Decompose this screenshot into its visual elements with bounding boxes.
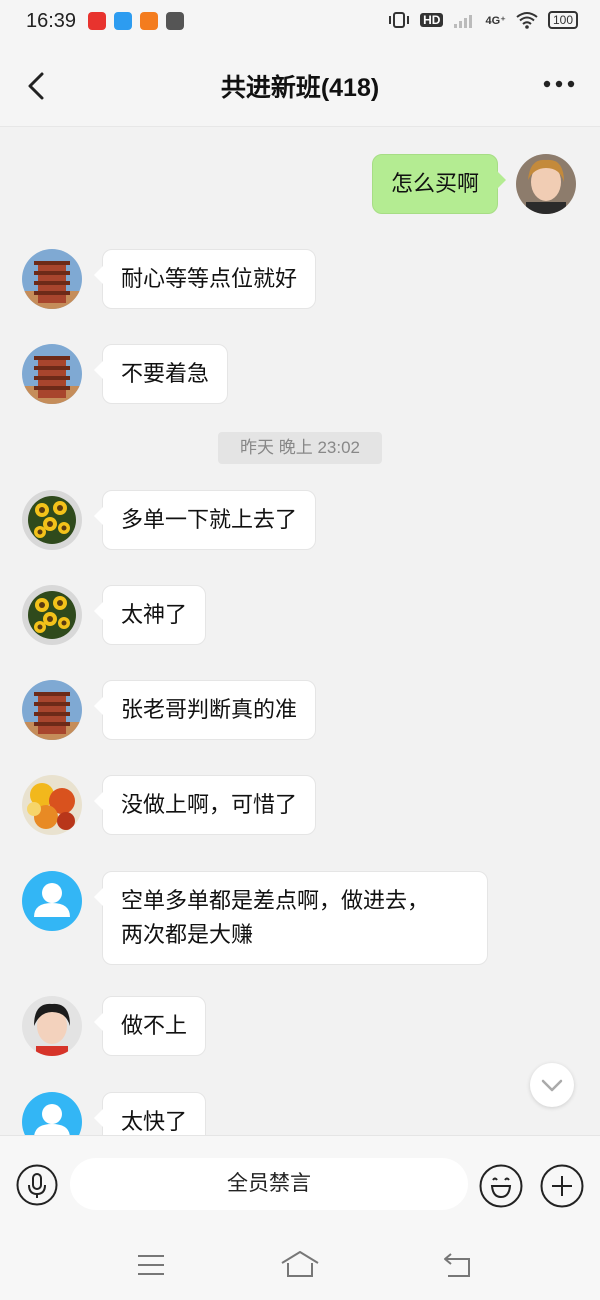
app-notification-orange-icon bbox=[140, 12, 158, 30]
message-text: 做不上 bbox=[121, 1013, 188, 1038]
menu-icon[interactable] bbox=[136, 1253, 166, 1277]
message-list[interactable]: 怎么买啊 耐心等等点位就好 不要着急 昨天 晚上 23:02 多单一下就上去了 … bbox=[0, 127, 600, 1135]
scroll-down-icon[interactable] bbox=[530, 1063, 574, 1107]
avatar-pagoda[interactable] bbox=[22, 344, 82, 404]
avatar-pagoda[interactable] bbox=[22, 680, 82, 740]
message-text: 耐心等等点位就好 bbox=[121, 266, 298, 291]
network-type: 4G⁺ bbox=[485, 14, 506, 27]
app-notification-blue-icon bbox=[114, 12, 132, 30]
message-bubble[interactable]: 空单多单都是差点啊，做进去， 两次都是大赚 bbox=[94, 871, 488, 965]
microphone-icon[interactable] bbox=[16, 1164, 58, 1206]
muted-input-field: 全员禁言 bbox=[70, 1158, 468, 1210]
avatar-woman-photo[interactable] bbox=[22, 996, 82, 1056]
avatar-sunflowers[interactable] bbox=[22, 490, 82, 550]
plus-icon[interactable] bbox=[540, 1164, 584, 1208]
status-time: 16:39 bbox=[26, 10, 77, 32]
message-text: 太神了 bbox=[121, 602, 188, 627]
message-bubble[interactable]: 太神了 bbox=[93, 585, 207, 645]
message-bubble[interactable]: 太快了 bbox=[93, 1092, 207, 1135]
hd-indicator: HD bbox=[420, 13, 444, 27]
message-row: 没做上啊，可惜了 bbox=[0, 775, 600, 839]
chat-title: 共进新班(418) bbox=[220, 74, 380, 102]
message-bubble[interactable]: 张老哥判断真的准 bbox=[93, 680, 317, 740]
signal-weak-icon bbox=[454, 15, 473, 28]
message-row: 耐心等等点位就好 bbox=[0, 249, 600, 313]
app-notification-red-icon bbox=[88, 12, 106, 30]
message-row: 做不上 bbox=[0, 996, 600, 1060]
message-bubble[interactable]: 不要着急 bbox=[93, 344, 229, 404]
message-row-self: 怎么买啊 bbox=[0, 154, 600, 218]
vibrate-icon bbox=[389, 12, 410, 28]
message-text: 多单一下就上去了 bbox=[121, 507, 298, 532]
message-bubble-self[interactable]: 怎么买啊 bbox=[371, 154, 507, 214]
message-text: 不要着急 bbox=[121, 361, 210, 386]
message-row: 太快了 bbox=[0, 1092, 600, 1135]
battery-indicator: 100 bbox=[547, 11, 578, 29]
notification-icons bbox=[88, 12, 184, 30]
message-row: 张老哥判断真的准 bbox=[0, 680, 600, 744]
home-icon[interactable] bbox=[280, 1249, 320, 1279]
message-text: 没做上啊，可惜了 bbox=[121, 792, 298, 817]
message-row: 不要着急 bbox=[0, 344, 600, 408]
status-indicators: HD 4G⁺ 100 bbox=[388, 11, 578, 29]
avatar-sunflowers[interactable] bbox=[22, 585, 82, 645]
avatar-pagoda[interactable] bbox=[22, 249, 82, 309]
message-text: 太快了 bbox=[121, 1109, 188, 1134]
avatar-self[interactable] bbox=[516, 154, 576, 214]
smiley-icon[interactable] bbox=[479, 1164, 523, 1208]
system-navigation-bar bbox=[0, 1233, 600, 1300]
wifi-icon bbox=[516, 12, 538, 29]
status-bar: 16:39 HD 4G⁺ 100 bbox=[0, 0, 600, 46]
timestamp-divider: 昨天 晚上 23:02 bbox=[218, 432, 382, 464]
message-text: 怎么买啊 bbox=[390, 171, 479, 196]
message-text-line: 两次都是大赚 bbox=[121, 922, 254, 947]
message-row: 多单一下就上去了 bbox=[0, 490, 600, 554]
message-row: 太神了 bbox=[0, 585, 600, 649]
avatar-default-person[interactable] bbox=[22, 1092, 82, 1135]
message-bubble[interactable]: 多单一下就上去了 bbox=[93, 490, 317, 550]
back-icon[interactable] bbox=[442, 1251, 474, 1279]
message-bubble[interactable]: 没做上啊，可惜了 bbox=[93, 775, 317, 835]
avatar-autumn-leaves[interactable] bbox=[22, 775, 82, 835]
avatar-default-person[interactable] bbox=[22, 871, 82, 931]
message-bubble[interactable]: 耐心等等点位就好 bbox=[93, 249, 317, 309]
message-text-line: 空单多单都是差点啊，做进去， bbox=[121, 888, 430, 913]
message-bubble[interactable]: 做不上 bbox=[93, 996, 207, 1056]
more-horizontal-icon[interactable] bbox=[542, 76, 576, 92]
chat-header: 共进新班(418) bbox=[0, 46, 600, 127]
message-text: 张老哥判断真的准 bbox=[121, 697, 298, 722]
message-row: 空单多单都是差点啊，做进去， 两次都是大赚 bbox=[0, 871, 600, 965]
input-bar: 全员禁言 bbox=[0, 1135, 600, 1234]
app-notification-play-icon bbox=[166, 12, 184, 30]
